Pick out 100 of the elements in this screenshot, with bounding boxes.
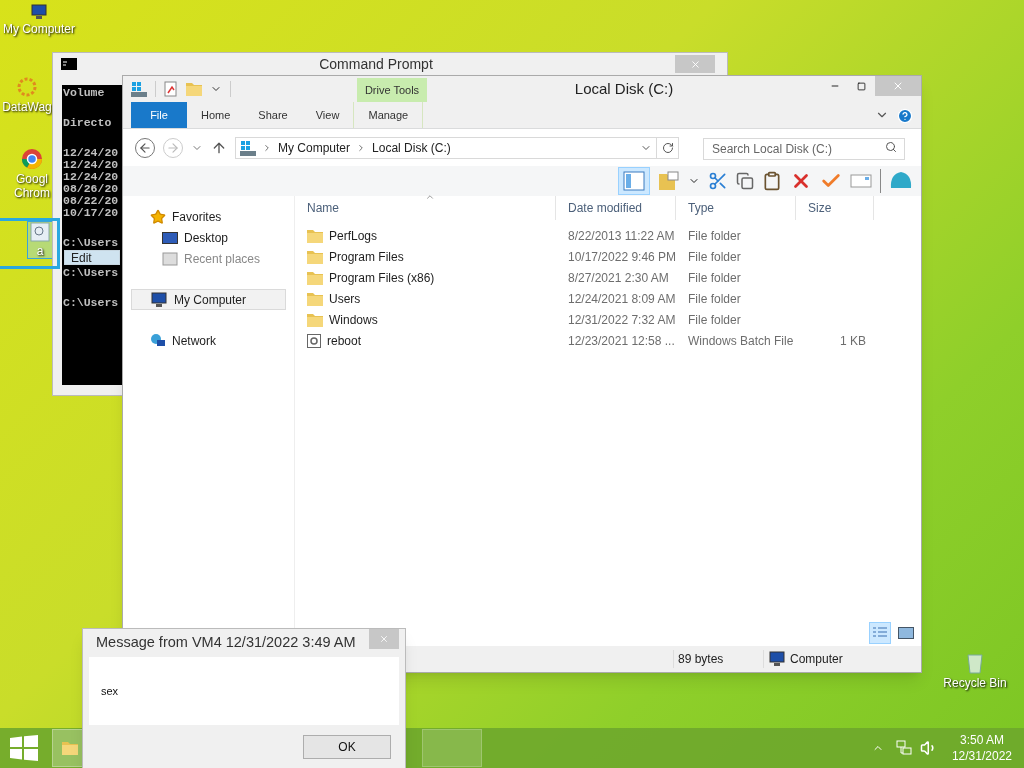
refresh-icon xyxy=(661,141,674,154)
file-name: Program Files (x86) xyxy=(329,269,435,287)
search-field[interactable]: Search Local Disk (C:) xyxy=(703,137,905,160)
column-header[interactable]: Type xyxy=(676,196,796,220)
file-name: Windows xyxy=(329,311,378,329)
console-line: 12/24/20 xyxy=(63,147,120,159)
console-line: 12/24/20 xyxy=(63,159,120,171)
desktop-icon xyxy=(162,231,178,244)
file-row[interactable]: Windows 12/31/2022 7:32 AM File folder xyxy=(295,309,921,330)
recycle-bin-icon xyxy=(967,652,983,674)
size-cell-text: 1 KB xyxy=(840,332,866,350)
close-icon xyxy=(689,58,701,70)
file-row[interactable]: Users 12/24/2021 8:09 AM File folder xyxy=(295,288,921,309)
network-icon[interactable] xyxy=(895,740,912,756)
new-folder-icon xyxy=(186,82,202,96)
status-zone: Computer xyxy=(790,651,843,668)
ribbon-tab[interactable]: Share xyxy=(244,102,302,128)
drive-icon xyxy=(131,81,147,97)
console-line: 10/17/20 xyxy=(63,207,120,219)
date-cell-text: 12/31/2022 7:32 AM xyxy=(567,311,676,329)
cut-icon[interactable] xyxy=(708,171,728,191)
search-icon xyxy=(885,140,897,153)
nav-item[interactable]: Recent places xyxy=(131,248,286,269)
desktop-icon-label: My Computer xyxy=(3,22,75,36)
status-size: 89 bytes xyxy=(673,650,763,668)
desktop-icon-label: Googl Chrom xyxy=(13,172,51,200)
folder-options-icon[interactable] xyxy=(658,171,680,191)
type-cell-text: File folder xyxy=(687,227,742,245)
close-icon xyxy=(379,634,389,644)
nav-item[interactable]: Network xyxy=(131,330,286,351)
column-header[interactable]: Name xyxy=(295,196,556,220)
ribbon-tab[interactable]: Home xyxy=(187,102,245,128)
file-row[interactable]: reboot 12/23/2021 12:58 ... Windows Batch File 1 KB xyxy=(295,330,921,351)
date-cell-text: 8/27/2021 2:30 AM xyxy=(567,269,670,287)
type-cell-text: File folder xyxy=(687,290,742,308)
maximize-icon xyxy=(857,81,866,91)
desktop-icon-label: Recycle Bin xyxy=(943,676,1007,690)
network-icon xyxy=(150,332,166,349)
file-row[interactable]: Program Files (x86) 8/27/2021 2:30 AM File folder xyxy=(295,267,921,288)
window-title: Local Disk (C:) xyxy=(573,78,675,99)
folder-icon xyxy=(307,291,323,306)
date-cell-text: 12/24/2021 8:09 AM xyxy=(567,290,676,308)
folder-icon xyxy=(307,249,323,264)
breadcrumb-item[interactable]: Local Disk (C:) xyxy=(372,138,451,157)
type-cell-text: Windows Batch File xyxy=(687,332,795,350)
folder-icon xyxy=(62,741,78,755)
file-name: PerfLogs xyxy=(329,227,378,245)
close-icon xyxy=(892,80,904,92)
copy-icon[interactable] xyxy=(736,172,754,190)
file-row[interactable]: Program Files 10/17/2022 9:46 PM File folder xyxy=(295,246,921,267)
file-name: Users xyxy=(329,290,361,308)
console-line: C:\Users xyxy=(63,297,120,309)
file-row[interactable]: PerfLogs 8/22/2013 11:22 AM File folder xyxy=(295,225,921,246)
start-icon[interactable] xyxy=(10,735,38,761)
computer-icon xyxy=(150,291,168,308)
file-name: reboot xyxy=(327,332,362,350)
nav-item[interactable]: Favorites xyxy=(131,206,286,227)
refresh-button[interactable] xyxy=(657,136,679,159)
column-header[interactable]: Size xyxy=(796,196,874,220)
type-cell-text: File folder xyxy=(687,269,742,287)
large-icons-view-icon xyxy=(898,627,914,639)
file-icon xyxy=(30,222,50,242)
console-line: Volume xyxy=(63,87,106,99)
browser-icon xyxy=(21,148,43,170)
file-name: Program Files xyxy=(329,248,404,266)
ok-button[interactable]: OK xyxy=(303,735,391,759)
nav-item[interactable]: My Computer xyxy=(131,289,286,310)
type-cell-text: File folder xyxy=(687,311,742,329)
date-cell-text: 10/17/2022 9:46 PM xyxy=(567,248,676,266)
console-line: C:\Users xyxy=(63,237,120,249)
column-header[interactable]: Date modified xyxy=(556,196,676,220)
drag-label: Edit xyxy=(71,249,92,267)
breadcrumb-item[interactable]: My Computer xyxy=(278,138,351,157)
recent-places-icon xyxy=(162,251,178,266)
help-icon[interactable] xyxy=(897,108,913,124)
ribbon-tab[interactable]: View xyxy=(301,102,354,128)
address-bar[interactable]: My Computer Local Disk (C:) xyxy=(235,136,657,159)
date-cell-text: 12/23/2021 12:58 ... xyxy=(567,332,676,350)
drive-icon xyxy=(240,139,256,156)
folder-icon xyxy=(307,270,323,285)
nav-item[interactable]: Desktop xyxy=(131,227,286,248)
folder-icon xyxy=(307,312,323,327)
envelope-icon[interactable] xyxy=(850,174,872,188)
ribbon-tab[interactable]: File xyxy=(131,102,187,128)
computer-icon xyxy=(30,4,48,20)
preview-pane-button[interactable] xyxy=(618,167,650,195)
dialog-title: Message from VM4 12/31/2022 3:49 AM xyxy=(96,633,357,653)
console-line: 12/24/20 xyxy=(63,171,120,183)
type-cell-text: File folder xyxy=(687,248,742,266)
details-view-icon xyxy=(872,626,888,640)
breadcrumb-separator-icon xyxy=(262,142,272,153)
window-title: Command Prompt xyxy=(318,54,434,74)
console-icon xyxy=(61,58,77,70)
desktop-icon-label: DataWag xyxy=(2,100,52,114)
message-text: sex xyxy=(101,683,119,699)
paste-icon[interactable] xyxy=(762,171,782,191)
contextual-tab-label: Drive Tools xyxy=(357,78,427,102)
computer-icon xyxy=(768,651,786,667)
properties-icon[interactable] xyxy=(164,81,178,97)
folder-icon xyxy=(307,228,323,243)
